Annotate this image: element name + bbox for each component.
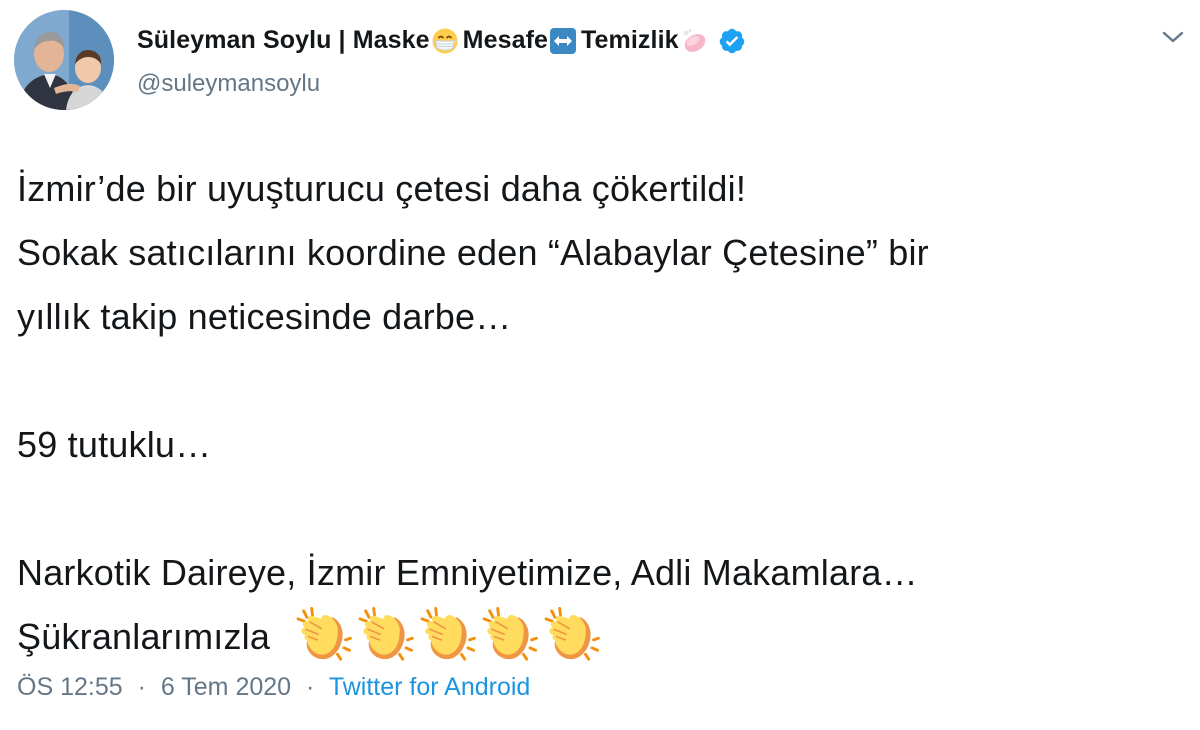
tweet-line: Sokak satıcılarını koordine eden “Alabay… xyxy=(17,232,929,273)
tweet-source-link[interactable]: Twitter for Android xyxy=(329,673,530,701)
tweet-card: Süleyman Soylu | Maske Mesafe Temizlik @… xyxy=(0,0,1200,730)
tweet-text: İzmir’de bir uyuşturucu çetesi daha çöke… xyxy=(17,157,1192,669)
display-name[interactable]: Süleyman Soylu | Maske Mesafe Temizlik xyxy=(137,26,746,55)
clapping-hands-group xyxy=(294,606,601,664)
avatar[interactable] xyxy=(14,10,114,110)
left-right-arrow-icon xyxy=(549,27,577,55)
tweet-time[interactable]: ÖS 12:55 xyxy=(17,673,123,701)
clapping-hands-icon xyxy=(356,606,415,664)
clapping-hands-icon xyxy=(418,606,477,664)
tweet-line: İzmir’de bir uyuşturucu çetesi daha çöke… xyxy=(17,168,747,209)
tweet-line: Narkotik Daireye, İzmir Emniyetimize, Ad… xyxy=(17,552,918,593)
verified-badge-icon xyxy=(718,27,746,55)
clapping-hands-icon xyxy=(542,606,601,664)
line-break xyxy=(17,349,1192,413)
tweet-line: 59 tutuklu… xyxy=(17,424,212,465)
line-break xyxy=(17,477,1192,541)
clapping-hands-icon xyxy=(294,606,353,664)
display-name-part-1: Süleyman Soylu | Maske xyxy=(137,26,430,54)
clapping-hands-icon xyxy=(480,606,539,664)
tweet-line-text: Şükranlarımızla xyxy=(17,616,271,657)
meta-separator: · xyxy=(137,673,146,701)
meta-separator: · xyxy=(306,673,315,701)
tweet-line-last: Şükranlarımızla xyxy=(17,605,1192,669)
face-with-medical-mask-icon xyxy=(431,27,459,55)
tweet-line: yıllık takip neticesinde darbe… xyxy=(17,296,512,337)
tweet-date[interactable]: 6 Tem 2020 xyxy=(161,673,291,701)
soap-icon xyxy=(680,27,708,55)
display-name-part-3: Temizlik xyxy=(581,26,679,54)
author-handle[interactable]: @suleymansoylu xyxy=(137,70,320,98)
display-name-part-2: Mesafe xyxy=(462,26,549,54)
tweet-meta: ÖS 12:55 · 6 Tem 2020 · Twitter for Andr… xyxy=(17,673,530,702)
chevron-down-icon[interactable] xyxy=(1162,30,1184,44)
